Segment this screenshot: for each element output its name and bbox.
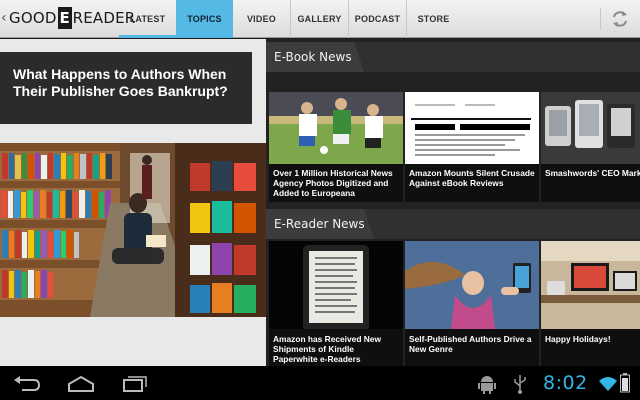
news-card-caption: Over 1 Million Historical News Agency Ph… [273,168,393,198]
bookstore-photo [0,143,266,317]
tab-gallery[interactable]: GALLERY [290,0,348,38]
tab-podcast[interactable]: PODCAST [348,0,406,38]
back-icon[interactable] [12,374,42,394]
tab-latest[interactable]: LATEST [119,0,176,38]
usb-icon [514,375,526,394]
tab-store[interactable]: STORE [406,0,460,38]
holiday-office-photo [541,241,640,329]
soccer-photo [269,92,403,164]
news-card-caption: Happy Holidays! [545,334,611,344]
recent-apps-icon[interactable] [120,374,150,394]
news-card-caption: Self-Published Authors Drive a New Genre [409,334,532,354]
news-card-caption: Amazon Mounts Silent Crusade Against eBo… [409,168,535,188]
tab-topics[interactable]: TOPICS [176,0,233,38]
kindle-photo [269,241,403,329]
section-title: E-Book News [274,50,352,64]
news-card-smashwords[interactable]: Smashwords' CEO Mark the Tsunami of Self… [541,92,640,202]
app-window: ‹ GOOD E READER LATEST TOPICS VIDEO GALL… [0,0,640,400]
news-card-caption: Amazon has Received New Shipments of Kin… [273,334,381,364]
news-card-europeana[interactable]: Over 1 Million Historical News Agency Ph… [269,92,403,202]
feature-title-overlay: What Happens to Authors When Their Publi… [0,52,252,124]
featured-article[interactable]: What Happens to Authors When Their Publi… [0,39,266,366]
back-chevron-icon: ‹ [1,10,7,26]
section-title: E-Reader News [274,217,365,231]
ereaders-photo [541,92,640,164]
document-screenshot [405,92,539,164]
battery-icon [620,373,630,393]
news-card-happy-holidays[interactable]: Happy Holidays! [541,241,640,366]
news-card-self-published[interactable]: Self-Published Authors Drive a New Genre [405,241,539,366]
home-icon[interactable] [66,374,96,394]
android-icon [478,376,496,394]
refresh-button[interactable] [600,8,627,30]
feature-title: What Happens to Authors When Their Publi… [13,66,228,99]
news-card-amazon-reviews[interactable]: Amazon Mounts Silent Crusade Against eBo… [405,92,539,202]
top-nav-bar: ‹ GOOD E READER LATEST TOPICS VIDEO GALL… [0,0,640,38]
ereader-news-header: E-Reader News [266,209,640,239]
system-navigation-bar: 8:02 [0,366,640,400]
logo-e-box: E [57,7,72,29]
news-card-kindle-paperwhite[interactable]: Amazon has Received New Shipments of Kin… [269,241,403,366]
system-clock: 8:02 [543,372,588,394]
ebook-news-header: E-Book News [266,42,640,72]
girl-with-ereader-photo [405,241,539,329]
news-card-caption: Smashwords' CEO Mark the Tsunami of Self… [545,168,640,178]
good-ereader-logo[interactable]: ‹ GOOD E READER [0,7,135,29]
news-sections: E-Book News Over 1 Million Historical Ne… [266,39,640,366]
refresh-icon [613,11,627,27]
tab-video[interactable]: VIDEO [233,0,290,38]
logo-left-word: GOOD [9,9,57,27]
wifi-icon [599,377,617,391]
